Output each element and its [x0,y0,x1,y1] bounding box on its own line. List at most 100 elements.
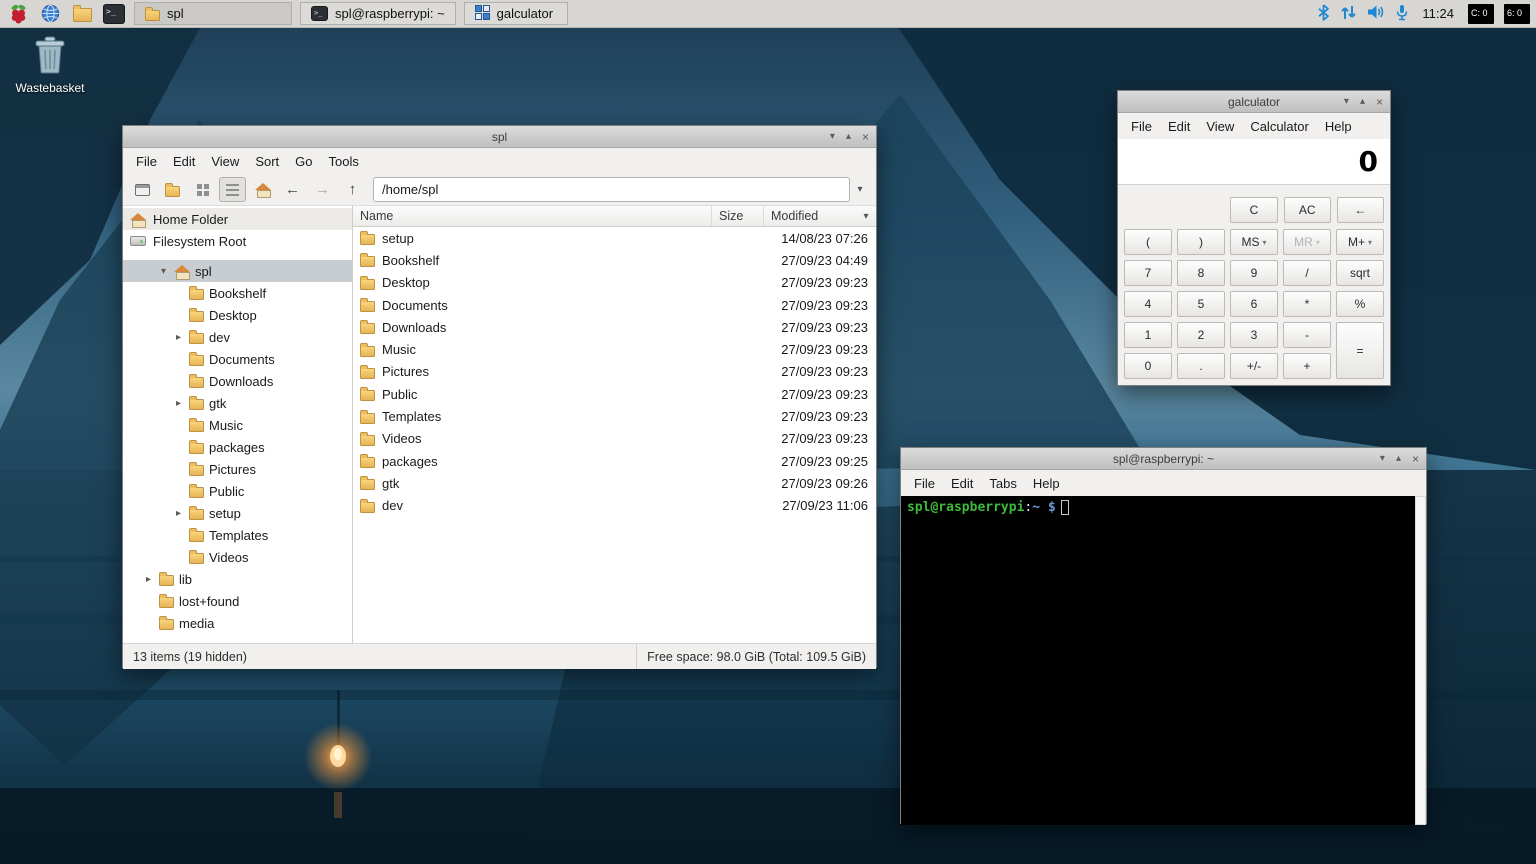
file-row-desktop[interactable]: Desktop 27/09/23 09:23 [353,272,876,294]
menu-tools[interactable]: Tools [321,151,367,172]
minimize-button[interactable]: ▾ [1344,96,1349,107]
calc-button-ac[interactable]: AC [1283,197,1331,223]
calc-button--[interactable]: ( [1124,229,1172,255]
menu-sort[interactable]: Sort [247,151,287,172]
dropdown-arrow-icon[interactable]: ▾ [1368,238,1372,247]
file-row-downloads[interactable]: Downloads 27/09/23 09:23 [353,316,876,338]
taskbar-window-terminal[interactable]: >_ spl@raspberrypi: ~ [300,2,456,25]
calc-button--[interactable]: % [1336,291,1384,317]
tree-item-public[interactable]: Public [123,480,352,502]
tree-item-templates[interactable]: Templates [123,524,352,546]
file-row-videos[interactable]: Videos 27/09/23 09:23 [353,428,876,450]
list-view-button[interactable] [219,177,246,202]
taskbar-window-galculator[interactable]: galculator [463,2,568,25]
minimize-button[interactable]: ▾ [1380,453,1385,464]
calc-button-6[interactable]: 6 [1230,291,1278,317]
tree-item-gtk[interactable]: ▸ gtk [123,392,352,414]
menu-edit[interactable]: Edit [943,473,981,494]
calc-button-m-[interactable]: M+ ▾ [1336,229,1384,255]
tree-item-videos[interactable]: Videos [123,546,352,568]
file-row-gtk[interactable]: gtk 27/09/23 09:26 [353,472,876,494]
home-button[interactable] [249,177,276,202]
calc-button--[interactable]: / [1283,260,1331,286]
menu-file[interactable]: File [1123,116,1160,137]
calc-button--[interactable]: * [1283,291,1331,317]
file-row-pictures[interactable]: Pictures 27/09/23 09:23 [353,361,876,383]
calc-button-0[interactable]: 0 [1124,353,1172,379]
calc-button--[interactable]: ← [1336,197,1384,223]
calc-button-sqrt[interactable]: sqrt [1336,260,1384,286]
close-button[interactable]: × [1376,96,1383,108]
minimize-button[interactable]: ▾ [830,131,835,142]
calc-button-1[interactable]: 1 [1124,322,1172,348]
gpu-monitor[interactable]: 6: 0 [1504,3,1530,24]
menu-view[interactable]: View [1198,116,1242,137]
network-updown-icon[interactable] [1340,4,1357,24]
maximize-button[interactable]: ▴ [846,131,851,142]
calc-button--[interactable]: + [1283,353,1331,379]
tree-item-media[interactable]: media [123,612,352,634]
file-manager-titlebar[interactable]: spl ▾ ▴ × [123,126,876,148]
tree-item-bookshelf[interactable]: Bookshelf [123,282,352,304]
close-button[interactable]: × [1412,453,1419,465]
tree-item-lib[interactable]: ▸ lib [123,568,352,590]
tree-item-desktop[interactable]: Desktop [123,304,352,326]
tree-item-pictures[interactable]: Pictures [123,458,352,480]
expand-arrow-icon[interactable]: ▸ [173,332,184,343]
expand-arrow-icon[interactable]: ▸ [173,398,184,409]
column-header-size[interactable]: Size [712,206,764,226]
calc-button-c[interactable]: C [1230,197,1278,223]
taskbar-window-file-manager[interactable]: spl [134,2,292,25]
bluetooth-icon[interactable] [1317,3,1330,24]
calc-button-7[interactable]: 7 [1124,260,1172,286]
terminal-screen[interactable]: spl@raspberrypi:~ $ [901,496,1426,825]
maximize-button[interactable]: ▴ [1360,96,1365,107]
tree-item-documents[interactable]: Documents [123,348,352,370]
new-window-button[interactable] [159,177,186,202]
file-row-public[interactable]: Public 27/09/23 09:23 [353,383,876,405]
calc-button-mr[interactable]: MR ▾ [1283,229,1331,255]
menu-help[interactable]: Help [1317,116,1360,137]
web-browser-icon[interactable] [38,2,62,26]
path-dropdown-button[interactable]: ▾ [850,184,870,195]
menu-help[interactable]: Help [1025,473,1068,494]
tree-item-lost-found[interactable]: lost+found [123,590,352,612]
menu-file[interactable]: File [906,473,943,494]
calc-button-9[interactable]: 9 [1230,260,1278,286]
icon-view-button[interactable] [189,177,216,202]
sidebar-item-home-folder[interactable]: Home Folder [123,208,352,230]
file-row-templates[interactable]: Templates 27/09/23 09:23 [353,405,876,427]
path-input[interactable]: /home/spl [373,177,850,202]
dropdown-arrow-icon[interactable]: ▾ [1262,238,1266,247]
calculator-titlebar[interactable]: galculator ▾ ▴ × [1118,91,1390,113]
menu-file[interactable]: File [128,151,165,172]
column-sort-button[interactable]: ▾ [858,206,874,226]
file-row-music[interactable]: Music 27/09/23 09:23 [353,338,876,360]
calc-button--[interactable]: . [1177,353,1225,379]
calc-button-ms[interactable]: MS ▾ [1230,229,1278,255]
close-button[interactable]: × [862,131,869,143]
microphone-icon[interactable] [1396,4,1408,24]
maximize-button[interactable]: ▴ [1396,453,1401,464]
calc-button--[interactable]: - [1283,322,1331,348]
expand-arrow-icon[interactable]: ▸ [143,574,154,585]
cpu-monitor[interactable]: C: 0 [1468,3,1494,24]
tree-item-dev[interactable]: ▸ dev [123,326,352,348]
calc-button-4[interactable]: 4 [1124,291,1172,317]
menu-calculator[interactable]: Calculator [1242,116,1317,137]
file-row-documents[interactable]: Documents 27/09/23 09:23 [353,294,876,316]
expand-arrow-icon[interactable]: ▸ [173,508,184,519]
calc-button-2[interactable]: 2 [1177,322,1225,348]
file-row-packages[interactable]: packages 27/09/23 09:25 [353,450,876,472]
calc-button--[interactable]: +/- [1230,353,1278,379]
clock[interactable]: 11:24 [1418,6,1458,21]
menu-view[interactable]: View [203,151,247,172]
calc-button-5[interactable]: 5 [1177,291,1225,317]
tree-item-spl[interactable]: ▾ spl [123,260,352,282]
menu-go[interactable]: Go [287,151,320,172]
raspberry-menu-icon[interactable] [6,2,30,26]
file-row-bookshelf[interactable]: Bookshelf 27/09/23 04:49 [353,249,876,271]
terminal-titlebar[interactable]: spl@raspberrypi: ~ ▾ ▴ × [901,448,1426,470]
forward-button[interactable]: → [309,177,336,202]
wastebasket-desktop-icon[interactable]: Wastebasket [12,34,88,95]
